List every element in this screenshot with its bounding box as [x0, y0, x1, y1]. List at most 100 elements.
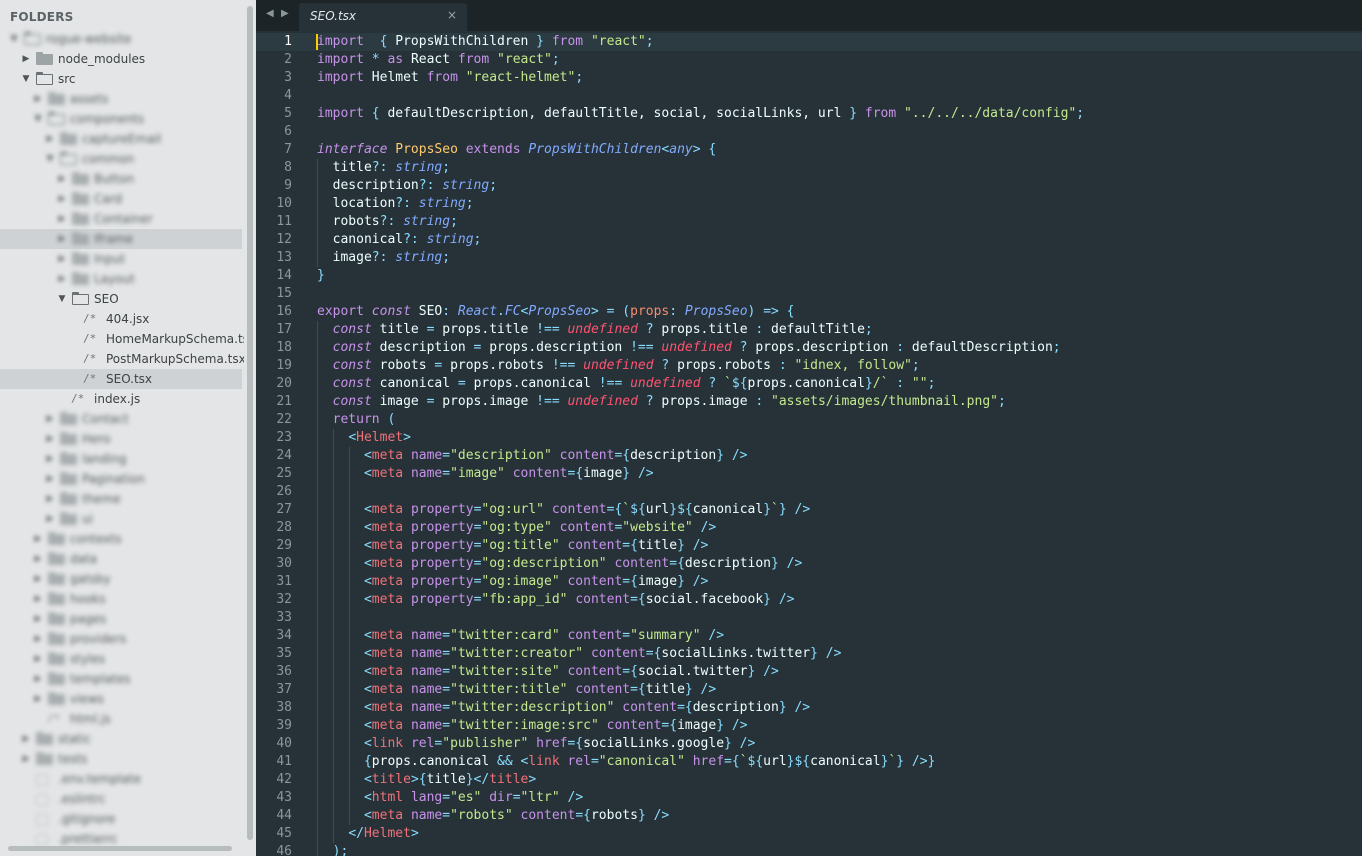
code-line[interactable]: import Helmet from "react-helmet";	[317, 69, 583, 87]
close-icon[interactable]: ×	[447, 8, 457, 22]
tree-item[interactable]: ▶ Pagination	[0, 469, 242, 489]
code-line[interactable]: <meta name="twitter:image:src" content={…	[317, 717, 748, 735]
tree-item[interactable]: ▶ node_modules	[0, 49, 242, 69]
tree-item[interactable]: ▶ data	[0, 549, 242, 569]
disclosure-closed-icon[interactable]: ▶	[45, 469, 55, 489]
code-line[interactable]: }	[317, 267, 325, 285]
tree-item[interactable]: ▶ templates	[0, 669, 242, 689]
code-line[interactable]: image?: string;	[317, 249, 450, 267]
tree-item[interactable]: ▶ styles	[0, 649, 242, 669]
disclosure-closed-icon[interactable]: ▶	[57, 249, 67, 269]
tree-item[interactable]: ▶ captureEmail	[0, 129, 242, 149]
code-line[interactable]: <meta name="twitter:card" content="summa…	[317, 627, 724, 645]
tree-item[interactable]: ▼ common	[0, 149, 242, 169]
code-line[interactable]: import * as React from "react";	[317, 51, 560, 69]
tree-item[interactable]: ▶ Hero	[0, 429, 242, 449]
tree-item[interactable]: .eslintrc	[0, 789, 242, 809]
code-line[interactable]: <meta property="og:description" content=…	[317, 555, 802, 573]
tree-item[interactable]: /* index.js	[0, 389, 242, 409]
back-arrow-icon[interactable]: ◀	[266, 8, 274, 19]
code-line[interactable]: <meta property="og:image" content={image…	[317, 573, 708, 591]
disclosure-closed-icon[interactable]: ▶	[33, 549, 43, 569]
sidebar-scrollbar-thumb[interactable]	[247, 6, 253, 840]
code-line[interactable]: const title = props.title !== undefined …	[317, 321, 873, 339]
disclosure-open-icon[interactable]: ▼	[9, 29, 19, 49]
tree-item[interactable]: ▼ rogue-website	[0, 29, 242, 49]
code-line[interactable]: <meta property="og:url" content={`${url}…	[317, 501, 810, 519]
disclosure-closed-icon[interactable]: ▶	[33, 89, 43, 109]
tree-item[interactable]: ▶ providers	[0, 629, 242, 649]
disclosure-closed-icon[interactable]: ▶	[45, 449, 55, 469]
code-line[interactable]: interface PropsSeo extends PropsWithChil…	[317, 141, 716, 159]
tree-item[interactable]: /* html.js	[0, 709, 242, 729]
disclosure-closed-icon[interactable]: ▶	[57, 229, 67, 249]
code-line[interactable]: return (	[317, 411, 396, 429]
disclosure-closed-icon[interactable]: ▶	[45, 129, 55, 149]
tree-item[interactable]: ▶ tests	[0, 749, 242, 769]
tree-item[interactable]: ▶ pages	[0, 609, 242, 629]
code-line[interactable]: <meta property="og:type" content="websit…	[317, 519, 716, 537]
code-line[interactable]: <html lang="es" dir="ltr" />	[317, 789, 583, 807]
code-line[interactable]: import { PropsWithChildren } from "react…	[317, 33, 654, 51]
tree-item[interactable]: /* PostMarkupSchema.tsx	[0, 349, 246, 369]
tree-item[interactable]: ▼ SEO	[0, 289, 242, 309]
disclosure-closed-icon[interactable]: ▶	[21, 749, 31, 769]
tree-item[interactable]: ▶ Iframe	[0, 229, 242, 249]
disclosure-closed-icon[interactable]: ▶	[33, 569, 43, 589]
code-line[interactable]: export const SEO: React.FC<PropsSeo> = (…	[317, 303, 795, 321]
disclosure-closed-icon[interactable]: ▶	[33, 529, 43, 549]
tree-item[interactable]: .gitignore	[0, 809, 242, 829]
disclosure-closed-icon[interactable]: ▶	[45, 409, 55, 429]
disclosure-closed-icon[interactable]: ▶	[33, 609, 43, 629]
disclosure-closed-icon[interactable]: ▶	[33, 649, 43, 669]
disclosure-closed-icon[interactable]: ▶	[33, 629, 43, 649]
code-line[interactable]: import { defaultDescription, defaultTitl…	[317, 105, 1084, 123]
disclosure-open-icon[interactable]: ▼	[45, 149, 55, 169]
tree-item[interactable]: ▶ ui	[0, 509, 242, 529]
code-line[interactable]: <meta name="description" content={descri…	[317, 447, 748, 465]
tree-item[interactable]: ▶ assets	[0, 89, 242, 109]
code-line[interactable]: const canonical = props.canonical !== un…	[317, 375, 936, 393]
disclosure-closed-icon[interactable]: ▶	[33, 689, 43, 709]
code-line[interactable]: description?: string;	[317, 177, 497, 195]
code-line[interactable]: <meta name="twitter:title" content={titl…	[317, 681, 716, 699]
code-editor[interactable]: 1 2 3 4 5 6 7 8 9 10 11 12 13 14 15 16 17 18 19 20 21 22 23 24 2…	[256, 31, 1362, 856]
code-line[interactable]: <meta name="image" content={image} />	[317, 465, 654, 483]
code-line[interactable]: <link rel="publisher" href={socialLinks.…	[317, 735, 755, 753]
tree-item[interactable]: .env.template	[0, 769, 242, 789]
tree-item[interactable]: ▶ landing	[0, 449, 242, 469]
code-line[interactable]: canonical?: string;	[317, 231, 482, 249]
code-line[interactable]: <meta property="og:title" content={title…	[317, 537, 708, 555]
disclosure-open-icon[interactable]: ▼	[57, 289, 67, 309]
disclosure-open-icon[interactable]: ▼	[33, 109, 43, 129]
code-line[interactable]: </Helmet>	[317, 825, 418, 843]
code-line[interactable]: robots?: string;	[317, 213, 458, 231]
tree-item[interactable]: ▶ Button	[0, 169, 242, 189]
disclosure-closed-icon[interactable]: ▶	[57, 209, 67, 229]
tab-seo-tsx[interactable]: SEO.tsx ×	[299, 3, 467, 31]
tree-item[interactable]: ▶ Layout	[0, 269, 242, 289]
disclosure-closed-icon[interactable]: ▶	[45, 429, 55, 449]
disclosure-closed-icon[interactable]: ▶	[57, 169, 67, 189]
forward-arrow-icon[interactable]: ▶	[281, 8, 289, 19]
code-line[interactable]: );	[317, 843, 349, 856]
disclosure-open-icon[interactable]: ▼	[21, 69, 31, 89]
code-line[interactable]: const description = props.description !=…	[317, 339, 1061, 357]
disclosure-closed-icon[interactable]: ▶	[33, 589, 43, 609]
tree-item[interactable]: ▶ Card	[0, 189, 242, 209]
code-line[interactable]: const robots = props.robots !== undefine…	[317, 357, 920, 375]
code-line[interactable]: location?: string;	[317, 195, 474, 213]
code-line[interactable]: <Helmet>	[317, 429, 411, 447]
disclosure-closed-icon[interactable]: ▶	[45, 489, 55, 509]
code-line[interactable]: const image = props.image !== undefined …	[317, 393, 1006, 411]
tree-item[interactable]: ▶ Container	[0, 209, 242, 229]
tree-item[interactable]: ▶ Contact	[0, 409, 242, 429]
code-line[interactable]: <meta name="robots" content={robots} />	[317, 807, 669, 825]
tree-item[interactable]: ▶ theme	[0, 489, 242, 509]
code-line[interactable]: <meta property="fb:app_id" content={soci…	[317, 591, 795, 609]
tree-item[interactable]: ▶ hooks	[0, 589, 242, 609]
disclosure-closed-icon[interactable]: ▶	[33, 669, 43, 689]
tree-item[interactable]: ▶ gatsby	[0, 569, 242, 589]
code-line[interactable]: <title>{title}</title>	[317, 771, 536, 789]
tree-item[interactable]: ▶ static	[0, 729, 242, 749]
